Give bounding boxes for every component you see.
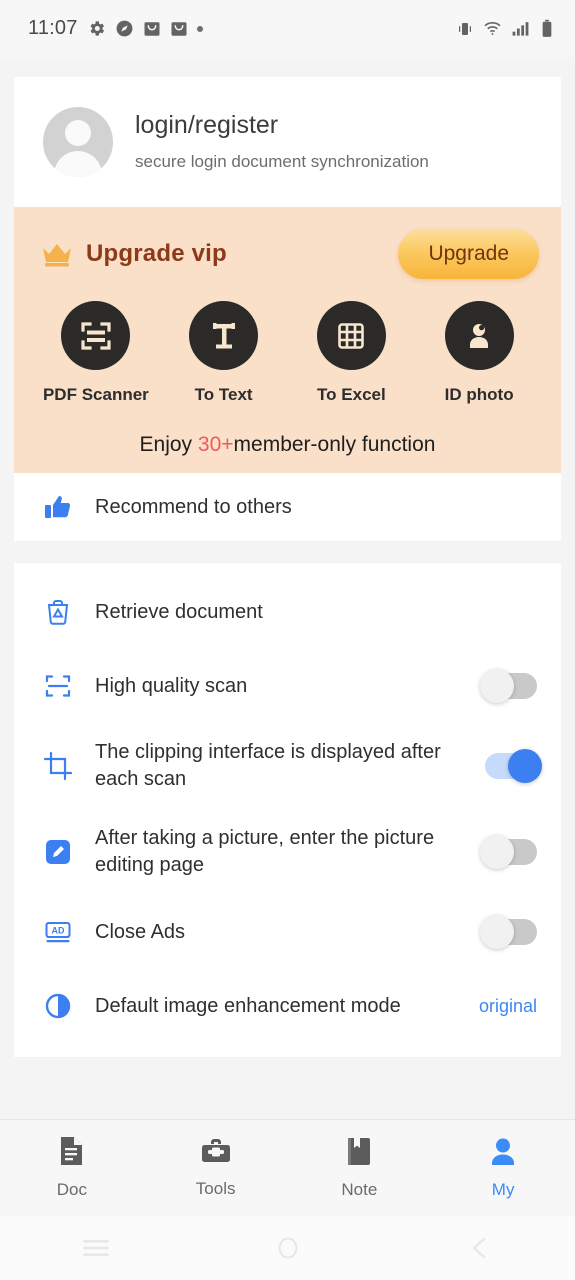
gear-icon bbox=[87, 19, 106, 38]
avatar bbox=[43, 107, 113, 177]
high-quality-scan-toggle[interactable] bbox=[480, 669, 537, 703]
android-nav-bar bbox=[0, 1216, 575, 1280]
text-t-icon bbox=[189, 301, 259, 370]
settings-row-close-ads[interactable]: AD Close Ads bbox=[14, 895, 561, 969]
vip-tool-label: PDF Scanner bbox=[42, 385, 149, 404]
vip-tool-label: To Excel bbox=[317, 385, 386, 404]
toolbox-icon bbox=[201, 1137, 231, 1170]
book-icon bbox=[346, 1137, 372, 1171]
tab-tools[interactable]: Tools bbox=[144, 1137, 288, 1199]
dot-icon bbox=[196, 25, 203, 32]
vip-title: Upgrade vip bbox=[86, 240, 227, 267]
status-bar: 11:07 bbox=[0, 0, 575, 57]
clipping-interface-toggle[interactable] bbox=[485, 749, 542, 783]
crop-icon bbox=[40, 751, 76, 781]
vip-tool-to-text[interactable]: To Text bbox=[160, 301, 288, 405]
settings-row-label: Retrieve document bbox=[95, 600, 263, 623]
vip-footer-suffix: member-only function bbox=[233, 433, 436, 456]
settings-row-picture-editing[interactable]: After taking a picture, enter the pictur… bbox=[14, 809, 561, 895]
settings-row-label: Close Ads bbox=[95, 920, 186, 943]
trash-restore-icon bbox=[40, 597, 76, 627]
tab-label: Doc bbox=[56, 1180, 87, 1199]
vip-tool-to-excel[interactable]: To Excel bbox=[288, 301, 416, 405]
status-bar-right bbox=[456, 19, 555, 38]
mail-icon bbox=[143, 20, 161, 38]
settings-row-enhancement-mode[interactable]: Default image enhancement mode original bbox=[14, 969, 561, 1043]
settings-row-label: After taking a picture, enter the pictur… bbox=[95, 827, 435, 876]
settings-row-label: The clipping interface is displayed afte… bbox=[95, 741, 441, 790]
recommend-label: Recommend to others bbox=[95, 495, 292, 518]
upgrade-button[interactable]: Upgrade bbox=[398, 229, 539, 279]
settings-row-label: Default image enhancement mode bbox=[95, 994, 401, 1017]
contrast-circle-icon bbox=[40, 991, 76, 1021]
scan-frame-icon bbox=[61, 301, 131, 370]
phone-screen: 11:07 login/register secure login docume… bbox=[0, 0, 575, 1280]
tab-my[interactable]: My bbox=[431, 1137, 575, 1200]
tab-label: Note bbox=[341, 1179, 378, 1199]
picture-editing-toggle[interactable] bbox=[480, 835, 537, 869]
vip-banner: Upgrade vip Upgrade PDF Scanner To Text … bbox=[14, 207, 561, 473]
vip-footer-prefix: Enjoy bbox=[139, 433, 198, 456]
tab-doc[interactable]: Doc bbox=[0, 1136, 144, 1200]
wifi-icon bbox=[483, 19, 502, 38]
vip-tools: PDF Scanner To Text To Excel ID photo bbox=[14, 279, 561, 405]
tab-note[interactable]: Note bbox=[288, 1137, 432, 1200]
person-icon bbox=[489, 1137, 517, 1171]
settings-row-label: High quality scan bbox=[95, 674, 248, 697]
recommend-card: Recommend to others bbox=[14, 473, 561, 541]
status-time: 11:07 bbox=[28, 17, 78, 39]
recents-icon[interactable] bbox=[0, 1237, 192, 1259]
settings-row-retrieve-document[interactable]: Retrieve document bbox=[14, 575, 561, 649]
vibrate-icon bbox=[456, 20, 474, 38]
status-bar-left: 11:07 bbox=[28, 17, 456, 40]
enhancement-mode-value[interactable]: original bbox=[479, 996, 537, 1017]
vip-tool-label: To Text bbox=[194, 385, 253, 404]
profile-title: login/register bbox=[135, 111, 279, 140]
vip-tool-label: ID photo bbox=[444, 385, 514, 404]
tab-label: Tools bbox=[195, 1179, 236, 1198]
profile-text: login/register secure login document syn… bbox=[135, 112, 429, 172]
battery-icon bbox=[539, 19, 555, 38]
crown-icon bbox=[40, 240, 74, 268]
vip-footer-text: Enjoy 30+member-only function bbox=[14, 433, 561, 457]
scan-frame-icon bbox=[40, 671, 76, 701]
card-separator bbox=[0, 541, 575, 563]
thumbs-up-icon bbox=[40, 492, 76, 522]
tab-label: My bbox=[491, 1179, 515, 1199]
main-content: login/register secure login document syn… bbox=[0, 57, 575, 1119]
person-bust-icon bbox=[444, 301, 514, 370]
vip-header: Upgrade vip Upgrade bbox=[14, 207, 561, 279]
close-ads-toggle[interactable] bbox=[480, 915, 537, 949]
profile-card[interactable]: login/register secure login document syn… bbox=[14, 77, 561, 207]
vip-tool-id-photo[interactable]: ID photo bbox=[415, 301, 543, 405]
compass-icon bbox=[115, 19, 134, 38]
edit-pencil-icon bbox=[40, 837, 76, 867]
vip-footer-highlight: 30+ bbox=[197, 433, 234, 456]
settings-row-clipping-interface[interactable]: The clipping interface is displayed afte… bbox=[14, 723, 561, 809]
bottom-tab-bar: Doc Tools Note My bbox=[0, 1119, 575, 1216]
settings-row-high-quality-scan[interactable]: High quality scan bbox=[14, 649, 561, 723]
settings-card: Retrieve document High quality scan The … bbox=[14, 563, 561, 1057]
document-icon bbox=[58, 1136, 85, 1171]
home-icon[interactable] bbox=[192, 1235, 384, 1261]
recommend-row[interactable]: Recommend to others bbox=[14, 473, 561, 541]
svg-text:AD: AD bbox=[52, 926, 65, 936]
profile-subtitle: secure login document synchronization bbox=[135, 151, 429, 171]
grid-table-icon bbox=[316, 301, 386, 370]
vip-tool-pdf-scanner[interactable]: PDF Scanner bbox=[32, 301, 160, 405]
mail-icon bbox=[170, 20, 188, 38]
ad-badge-icon: AD bbox=[40, 917, 76, 947]
back-icon[interactable] bbox=[383, 1235, 575, 1261]
signal-icon bbox=[511, 19, 530, 38]
